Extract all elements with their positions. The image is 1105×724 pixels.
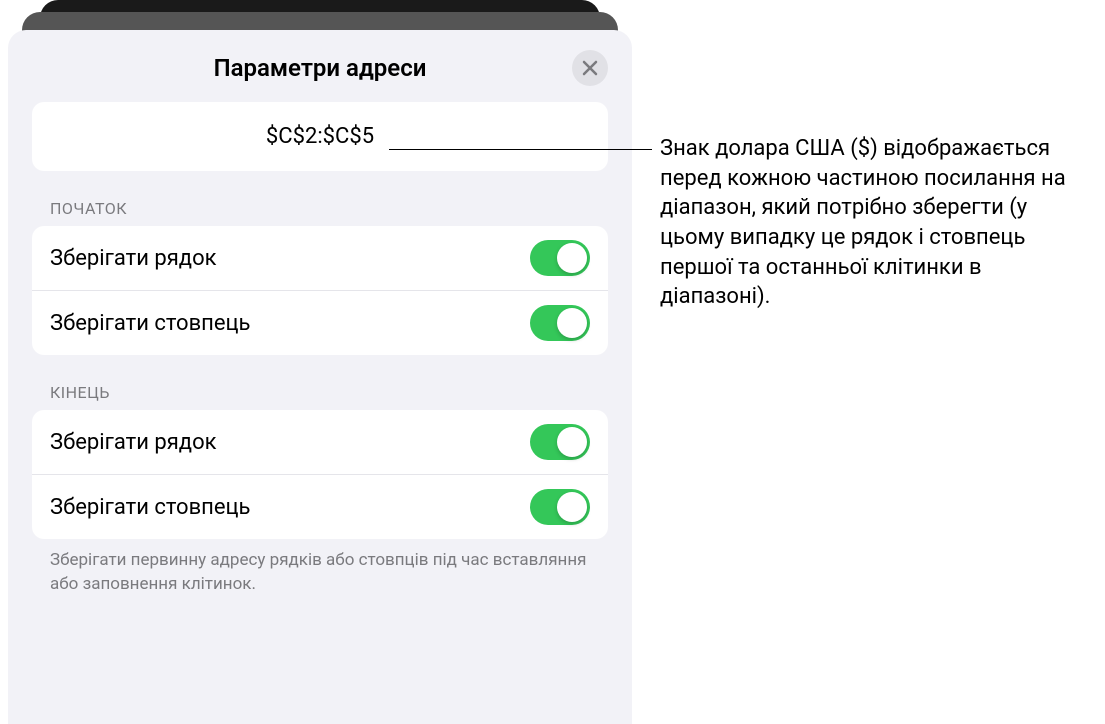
range-display[interactable]: $C$2:$C$5 bbox=[32, 102, 608, 171]
start-preserve-row-toggle[interactable] bbox=[530, 240, 590, 276]
start-preserve-row: Зберігати рядок bbox=[32, 226, 608, 291]
start-section-label: ПОЧАТОК bbox=[32, 199, 608, 218]
end-preserve-row-toggle[interactable] bbox=[530, 424, 590, 460]
end-preserve-column-label: Зберігати стовпець bbox=[50, 495, 251, 520]
start-preserve-column-label: Зберігати стовпець bbox=[50, 311, 251, 336]
end-settings-group: Зберігати рядок Зберігати стовпець bbox=[32, 410, 608, 539]
end-preserve-row: Зберігати рядок bbox=[32, 410, 608, 475]
toggle-knob bbox=[557, 427, 587, 457]
callout-annotation: Знак долара США ($) відображається перед… bbox=[660, 134, 1095, 312]
end-preserve-row-label: Зберігати рядок bbox=[50, 430, 217, 455]
end-section-label: КІНЕЦЬ bbox=[32, 383, 608, 402]
address-settings-panel: Параметри адреси $C$2:$C$5 ПОЧАТОК Збері… bbox=[8, 30, 632, 724]
toggle-knob bbox=[557, 243, 587, 273]
panel-title: Параметри адреси bbox=[214, 54, 427, 82]
end-preserve-column: Зберігати стовпець bbox=[32, 475, 608, 539]
toggle-knob bbox=[557, 308, 587, 338]
start-preserve-column: Зберігати стовпець bbox=[32, 291, 608, 355]
panel-header: Параметри адреси bbox=[32, 54, 608, 82]
close-button[interactable] bbox=[572, 50, 608, 86]
start-preserve-column-toggle[interactable] bbox=[530, 305, 590, 341]
range-value: $C$2:$C$5 bbox=[266, 124, 374, 149]
callout-leader-line bbox=[389, 149, 652, 150]
start-preserve-row-label: Зберігати рядок bbox=[50, 246, 217, 271]
start-settings-group: Зберігати рядок Зберігати стовпець bbox=[32, 226, 608, 355]
footer-description: Зберігати первинну адресу рядків або сто… bbox=[32, 549, 608, 597]
close-icon bbox=[582, 60, 598, 76]
end-preserve-column-toggle[interactable] bbox=[530, 489, 590, 525]
toggle-knob bbox=[557, 492, 587, 522]
